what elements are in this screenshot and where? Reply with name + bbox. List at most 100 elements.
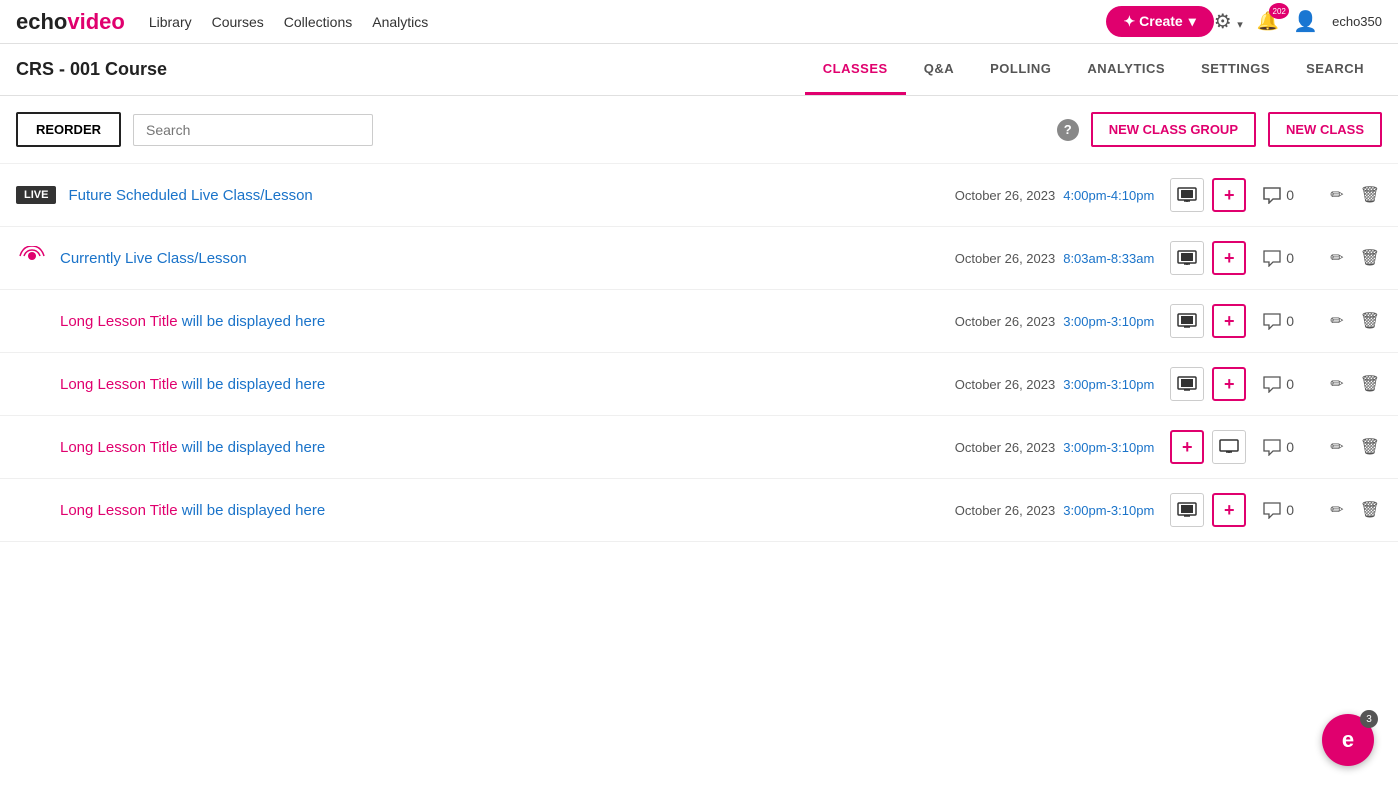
nav-links: Library Courses Collections Analytics [149,14,1106,30]
class-title[interactable]: Long Lesson Title will be displayed here [60,439,955,456]
class-title[interactable]: Future Scheduled Live Class/Lesson [68,187,954,204]
settings-dropdown-icon: ▾ [1237,19,1243,31]
add-content-button[interactable]: + [1212,241,1246,275]
class-date: October 26, 2023 [955,314,1055,329]
capture-icon[interactable] [1170,241,1204,275]
course-tabs: CLASSES Q&A POLLING ANALYTICS SETTINGS S… [805,45,1382,95]
create-chevron: ▾ [1189,13,1196,30]
table-row: Long Lesson Title will be displayed here… [0,353,1398,416]
class-title[interactable]: Long Lesson Title will be displayed here [60,502,955,519]
comment-count: 0 [1286,250,1294,266]
edit-icon[interactable]: ✏ [1330,437,1343,457]
comment-count: 0 [1286,439,1294,455]
class-date: October 26, 2023 [955,188,1055,203]
class-date: October 26, 2023 [955,377,1055,392]
help-icon[interactable]: ? [1057,119,1079,141]
edit-icon[interactable]: ✏ [1330,185,1343,205]
table-row: LIVE Future Scheduled Live Class/Lesson … [0,164,1398,227]
tab-settings[interactable]: SETTINGS [1183,45,1288,95]
delete-icon[interactable]: 🗑 [1360,500,1380,520]
capture-icon[interactable] [1170,367,1204,401]
course-header: CRS - 001 Course CLASSES Q&A POLLING ANA… [0,44,1398,96]
action-icons: + 0 ✏ 🗑 [1170,241,1382,275]
nav-right: ⚙ ▾ 🔔 202 👤 echo350 [1214,9,1382,34]
action-icons: + 0 ✏ 🗑 [1170,304,1382,338]
delete-icon[interactable]: 🗑 [1360,374,1380,394]
edit-icon[interactable]: ✏ [1330,311,1343,331]
class-title[interactable]: Currently Live Class/Lesson [60,250,955,267]
comment-group[interactable]: 0 [1262,186,1308,204]
capture-icon[interactable] [1170,493,1204,527]
new-class-button[interactable]: NEW CLASS [1268,112,1382,147]
capture-icon[interactable] [1170,304,1204,338]
create-label: ✦ Create [1124,13,1183,30]
class-date: October 26, 2023 [955,440,1055,455]
nav-collections[interactable]: Collections [284,14,352,30]
class-time: 3:00pm-3:10pm [1063,440,1154,455]
user-icon[interactable]: 👤 [1293,9,1318,34]
class-title[interactable]: Long Lesson Title will be displayed here [60,313,955,330]
action-icons: + 0 ✏ 🗑 [1170,430,1382,464]
tab-classes[interactable]: CLASSES [805,45,906,95]
toolbar: REORDER ? NEW CLASS GROUP NEW CLASS [0,96,1398,164]
tab-qa[interactable]: Q&A [906,45,972,95]
settings-icon[interactable]: ⚙ ▾ [1214,9,1243,34]
class-time: 8:03am-8:33am [1063,251,1154,266]
notifications-icon[interactable]: 🔔 202 [1257,11,1279,32]
class-time: 3:00pm-3:10pm [1063,314,1154,329]
add-content-button[interactable]: + [1212,178,1246,212]
add-content-button[interactable]: + [1170,430,1204,464]
edit-icon[interactable]: ✏ [1330,500,1343,520]
logo-echo: echo [16,9,67,35]
add-content-button[interactable]: + [1212,367,1246,401]
create-button[interactable]: ✦ Create ▾ [1106,6,1214,37]
table-row: Currently Live Class/Lesson October 26, … [0,227,1398,290]
edit-icon[interactable]: ✏ [1330,248,1343,268]
capture-icon[interactable] [1170,178,1204,212]
nav-courses[interactable]: Courses [212,14,264,30]
table-row: Long Lesson Title will be displayed here… [0,479,1398,542]
add-content-button[interactable]: + [1212,304,1246,338]
comment-count: 0 [1286,313,1294,329]
tab-analytics[interactable]: ANALYTICS [1069,45,1183,95]
echo-fab[interactable]: e 3 [1322,714,1374,766]
comment-count: 0 [1286,376,1294,392]
delete-icon[interactable]: 🗑 [1360,311,1380,331]
comment-count: 0 [1286,187,1294,203]
class-time: 3:00pm-3:10pm [1063,503,1154,518]
delete-icon[interactable]: 🗑 [1360,185,1380,205]
nav-analytics[interactable]: Analytics [372,14,428,30]
class-date: October 26, 2023 [955,251,1055,266]
delete-icon[interactable]: 🗑 [1360,437,1380,457]
nav-library[interactable]: Library [149,14,192,30]
action-icons: + 0 ✏ 🗑 [1170,493,1382,527]
class-title[interactable]: Long Lesson Title will be displayed here [60,376,955,393]
edit-icon[interactable]: ✏ [1330,374,1343,394]
comment-group[interactable]: 0 [1262,438,1308,456]
tab-polling[interactable]: POLLING [972,45,1069,95]
user-label[interactable]: echo350 [1332,14,1382,29]
class-date: October 26, 2023 [955,503,1055,518]
class-time: 4:00pm-4:10pm [1063,188,1154,203]
fab-badge: 3 [1360,710,1378,728]
comment-group[interactable]: 0 [1262,375,1308,393]
course-title: CRS - 001 Course [16,59,167,80]
add-content-button[interactable]: + [1212,493,1246,527]
reorder-button[interactable]: REORDER [16,112,121,147]
comment-group[interactable]: 0 [1262,312,1308,330]
table-row: Long Lesson Title will be displayed here… [0,290,1398,353]
class-list: LIVE Future Scheduled Live Class/Lesson … [0,164,1398,542]
live-wave-icon [16,246,48,271]
monitor-icon[interactable] [1212,430,1246,464]
search-input[interactable] [133,114,373,146]
action-icons: + 0 ✏ 🗑 [1170,367,1382,401]
logo[interactable]: echovideo [16,9,125,35]
tab-search[interactable]: SEARCH [1288,45,1382,95]
comment-group[interactable]: 0 [1262,501,1308,519]
delete-icon[interactable]: 🗑 [1360,248,1380,268]
action-icons: + 0 ✏ 🗑 [1170,178,1382,212]
notification-badge: 202 [1269,3,1289,19]
class-time: 3:00pm-3:10pm [1063,377,1154,392]
comment-group[interactable]: 0 [1262,249,1308,267]
new-class-group-button[interactable]: NEW CLASS GROUP [1091,112,1256,147]
